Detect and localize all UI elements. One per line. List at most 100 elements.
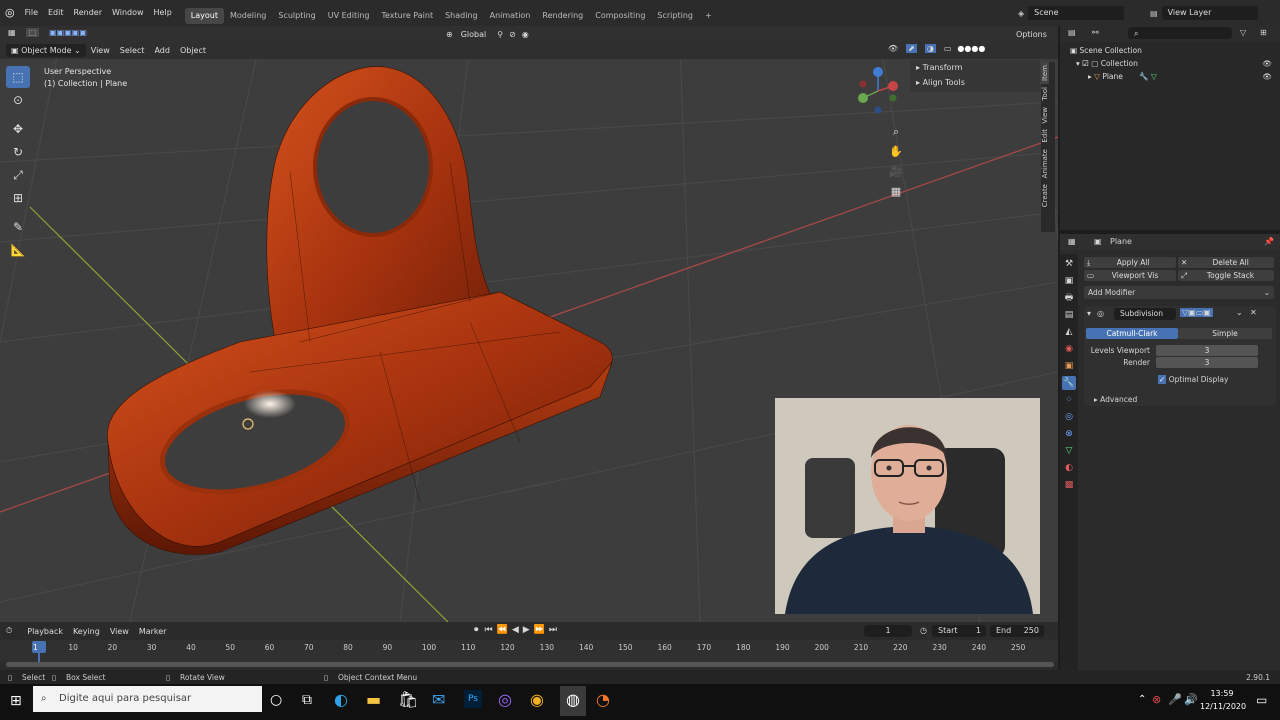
snap-icon[interactable]: ⊘ — [509, 30, 516, 39]
view-layer-tab-icon[interactable]: ▤ — [1062, 308, 1076, 322]
xray-icon[interactable]: ▭ — [944, 44, 952, 53]
pivot-icon[interactable]: ⚲ — [497, 30, 503, 39]
align-tools-panel[interactable]: ▸ Align Tools — [910, 75, 1040, 90]
output-tab-icon[interactable]: 🖶 — [1062, 291, 1076, 305]
current-frame-field[interactable]: 1 — [864, 625, 912, 637]
viewport-menu-add[interactable]: Add — [149, 44, 175, 57]
stopwatch-icon[interactable]: ◷ — [920, 626, 927, 635]
taskbar-search-input[interactable]: ⌕ Digite aqui para pesquisar — [33, 686, 262, 712]
workspace-tab-uv-editing[interactable]: UV Editing — [322, 8, 376, 24]
timeline-scrollbar[interactable] — [6, 662, 1054, 667]
mail-icon[interactable]: ✉ — [432, 690, 445, 709]
blender-taskbar-icon[interactable]: ◔ — [596, 690, 610, 709]
prev-keyframe-icon[interactable]: ⏪ — [497, 625, 508, 635]
modifier-name-field[interactable]: Subdivision — [1114, 308, 1176, 320]
transform-tool-icon[interactable]: ⊞ — [6, 187, 30, 209]
blender-logo-icon[interactable]: ◎ — [0, 0, 20, 26]
eye-icon[interactable]: 👁 — [1262, 57, 1272, 70]
modifier-tab-icon[interactable]: 🔧 — [1062, 376, 1076, 390]
timeline-editor-icon[interactable]: ⏱ — [6, 626, 12, 636]
properties-editor-icon[interactable]: ▦ — [1068, 237, 1076, 246]
editor-type-icon[interactable]: ▦ — [8, 28, 16, 37]
constraints-tab-icon[interactable]: ⊗ — [1062, 427, 1076, 441]
workspace-tab-modeling[interactable]: Modeling — [224, 8, 272, 24]
rotate-tool-icon[interactable]: ↻ — [6, 141, 30, 163]
levels-viewport-field[interactable]: 3 — [1156, 345, 1258, 356]
notifications-icon[interactable]: ▭ — [1256, 693, 1267, 707]
workspace-tab-layout[interactable]: Layout — [184, 7, 224, 24]
chrome-icon[interactable]: ◉ — [530, 690, 544, 709]
pan-hand-icon[interactable]: ✋ — [886, 142, 906, 162]
tab-tool[interactable]: Tool — [1041, 84, 1049, 104]
outliner-row-collection[interactable]: ▾ ☑ ▢ Collection 👁 — [1076, 57, 1276, 70]
workspace-tab-texture-paint[interactable]: Texture Paint — [375, 8, 439, 24]
scene-selector[interactable]: ◈ Scene — [1018, 6, 1125, 20]
new-collection-icon[interactable]: ⊞ — [1260, 28, 1267, 37]
workspace-tab-scripting[interactable]: Scripting — [651, 8, 699, 24]
world-tab-icon[interactable]: ◉ — [1062, 342, 1076, 356]
outliner-editor-icon[interactable]: ▤ — [1068, 28, 1076, 37]
cursor-tool-icon[interactable]: ⊙ — [6, 89, 30, 111]
shading-solid-icon[interactable]: ●●●● — [957, 44, 985, 53]
start-frame-field[interactable]: Start 1 — [932, 625, 986, 637]
plane-object[interactable] — [107, 66, 613, 555]
add-workspace-icon[interactable]: + — [699, 8, 718, 24]
viewport-menu-object[interactable]: Object — [175, 44, 211, 57]
cortana-icon[interactable]: ○ — [270, 692, 282, 708]
next-keyframe-icon[interactable]: ⏩ — [534, 625, 545, 635]
render-levels-field[interactable]: 3 — [1156, 357, 1258, 368]
zoom-icon[interactable]: ⌕ — [886, 122, 906, 142]
particles-tab-icon[interactable]: ⁘ — [1062, 393, 1076, 407]
workspace-tab-rendering[interactable]: Rendering — [536, 8, 589, 24]
tab-item[interactable]: Item — [1041, 62, 1049, 84]
file-explorer-icon[interactable]: ▬ — [366, 690, 381, 709]
menu-edit[interactable]: Edit — [43, 0, 69, 26]
object-tab-icon[interactable]: ▣ — [1062, 359, 1076, 373]
options-label[interactable]: Options — [1011, 30, 1052, 39]
modifier-visibility-icons[interactable]: ▽▣▭▣ — [1180, 308, 1213, 317]
options-dropdown[interactable]: Options — [1011, 28, 1052, 41]
tab-animate[interactable]: Animate — [1041, 146, 1049, 181]
system-clock[interactable]: 13:59 12/11/2020 — [1200, 687, 1246, 713]
outliner-search-input[interactable]: ⌕ — [1128, 27, 1232, 39]
grid-perspective-icon[interactable]: ▦ — [886, 182, 906, 202]
select-box-tool-icon[interactable]: ⬚ — [6, 66, 30, 88]
simple-button[interactable]: Simple — [1178, 328, 1272, 339]
store-icon[interactable]: 🛍 — [398, 690, 418, 709]
gizmo-toggle-icon[interactable]: ⬈ — [906, 44, 917, 53]
advanced-subpanel[interactable]: ▸ Advanced — [1094, 395, 1137, 404]
toggle-stack-button[interactable]: ⤢ Toggle Stack — [1178, 270, 1274, 281]
add-modifier-dropdown[interactable]: Add Modifier ⌄ — [1084, 286, 1274, 299]
workspace-tab-animation[interactable]: Animation — [484, 8, 537, 24]
speaker-icon[interactable]: 🔊 — [1184, 693, 1198, 706]
catmull-clark-button[interactable]: Catmull-Clark — [1086, 328, 1178, 339]
task-view-icon[interactable]: ⧉ — [302, 692, 312, 708]
windows-start-icon[interactable]: ⊞ — [10, 693, 22, 709]
photoshop-icon[interactable]: Ps — [464, 690, 482, 708]
overlay-toggle-icon[interactable]: ◑ — [924, 44, 936, 53]
timeline-menu-keying[interactable]: Keying — [68, 625, 105, 638]
menu-help[interactable]: Help — [149, 0, 177, 26]
checkbox-icon[interactable]: ☑ — [1082, 59, 1091, 68]
jump-start-icon[interactable]: ⏮ — [485, 625, 493, 635]
texture-tab-icon[interactable]: ▩ — [1062, 478, 1076, 492]
apply-all-button[interactable]: ⤓ Apply All — [1084, 257, 1176, 268]
visibility-icon[interactable]: 👁 — [888, 44, 898, 53]
menu-file[interactable]: File — [20, 0, 43, 26]
viewport-menu-select[interactable]: Select — [115, 44, 150, 57]
workspace-tab-shading[interactable]: Shading — [439, 8, 484, 24]
transform-panel[interactable]: ▸ Transform — [910, 60, 1040, 75]
annotate-tool-icon[interactable]: ✎ — [6, 216, 30, 238]
tray-antivirus-icon[interactable]: ⊗ — [1152, 693, 1161, 706]
menu-render[interactable]: Render — [69, 0, 107, 26]
view-layer-selector[interactable]: ▤ View Layer — [1150, 6, 1258, 20]
scene-field[interactable]: Scene — [1028, 6, 1125, 20]
timeline-menu-playback[interactable]: Playback — [22, 625, 68, 638]
render-tab-icon[interactable]: ▣ — [1062, 274, 1076, 288]
record-icon[interactable]: ⏺ — [474, 625, 479, 635]
jump-end-icon[interactable]: ⏭ — [549, 625, 557, 635]
scene-tab-icon[interactable]: ◭ — [1062, 325, 1076, 339]
transform-orientation-dropdown[interactable]: Global — [456, 28, 492, 41]
optimal-display-checkbox[interactable]: ✓ Optimal Display — [1158, 375, 1228, 384]
microphone-icon[interactable]: 🎤 — [1168, 693, 1182, 706]
